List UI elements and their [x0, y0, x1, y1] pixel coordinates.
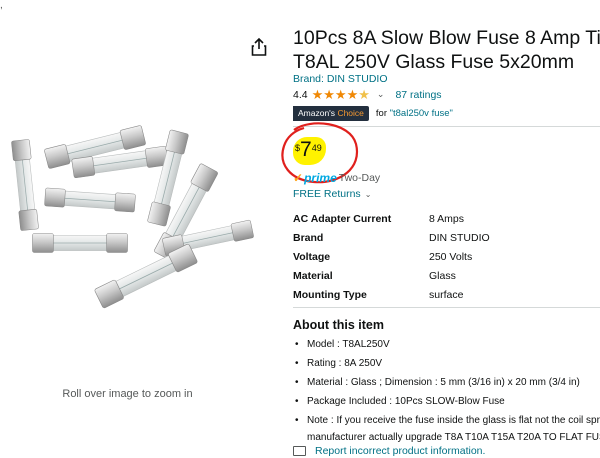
brand-link[interactable]: Brand: DIN STUDIO: [293, 73, 388, 85]
spec-key: Brand: [293, 231, 324, 244]
free-returns-link[interactable]: FREE Returns ⌄: [293, 188, 371, 200]
choice-keyword-link[interactable]: "t8al250v fuse": [390, 108, 453, 119]
price-whole: 7: [300, 138, 312, 161]
choice-badge-accent: Choice: [337, 108, 364, 118]
divider: [293, 126, 600, 127]
spec-row: Voltage 250 Volts: [293, 247, 490, 266]
star-icon: ★: [311, 87, 324, 102]
choice-for-label: for: [375, 108, 387, 119]
list-item: Note : If you receive the fuse inside th…: [293, 411, 600, 430]
report-link-label: Report incorrect product information.: [315, 445, 486, 457]
report-icon: [293, 446, 306, 456]
list-item: Model : T8AL250V: [293, 335, 600, 354]
spec-row: Brand DIN STUDIO: [293, 228, 490, 247]
title-line-2: T8AL 250V Glass Fuse 5x20mm: [293, 51, 575, 73]
spec-key: Material: [293, 269, 333, 282]
spec-value: surface: [429, 288, 464, 301]
share-icon[interactable]: [250, 37, 268, 57]
spec-value: 8 Amps: [429, 212, 465, 225]
spec-key: Mounting Type: [293, 288, 367, 301]
zoom-hint: Roll over image to zoom in: [62, 388, 193, 400]
divider: [293, 307, 600, 308]
about-bullets: Model : T8AL250V Rating : 8A 250V Materi…: [293, 335, 600, 446]
chevron-down-icon: ⌄: [364, 190, 372, 199]
image-gallery[interactable]: Roll over image to zoom in: [0, 0, 270, 458]
report-incorrect-info-link[interactable]: Report incorrect product information.: [293, 445, 485, 457]
spec-table: AC Adapter Current 8 Amps Brand DIN STUDIO…: [293, 209, 490, 304]
spec-row: Material Glass: [293, 266, 490, 285]
rating-row: 4.4 ★ ★ ★ ★ ★ ⌄ 87 ratings: [293, 88, 442, 101]
ratings-count-link[interactable]: 87 ratings: [395, 89, 441, 101]
star-icon: ★: [323, 87, 335, 102]
product-image[interactable]: [0, 100, 265, 340]
amazons-choice-row: Amazon's Choice for "t8al250v fuse": [293, 106, 453, 121]
list-item: Rating : 8A 250V: [293, 354, 600, 373]
about-title: About this item: [293, 318, 384, 332]
list-item: Material : Glass ; Dimension : 5 mm (3/1…: [293, 373, 600, 392]
spec-value: 250 Volts: [429, 250, 473, 263]
returns-label: FREE Returns: [293, 188, 361, 200]
chevron-down-icon[interactable]: ⌄: [377, 89, 385, 100]
star-icon: ★: [334, 87, 347, 102]
price: $ 7 49: [293, 137, 326, 165]
prime-check-icon: ✓: [293, 171, 304, 185]
spec-row: Mounting Type surface: [293, 285, 490, 304]
choice-badge-text: Amazon's: [298, 108, 336, 118]
amazons-choice-badge[interactable]: Amazon's Choice: [293, 106, 369, 121]
star-rating[interactable]: ★ ★ ★ ★ ★: [312, 88, 370, 101]
prime-delivery[interactable]: ✓ prime Two-Day: [293, 171, 380, 185]
list-item: Package Included : 10Pcs SLOW-Blow Fuse: [293, 392, 600, 411]
product-title: 10Pcs 8A Slow Blow Fuse 8 Amp Time Lag T…: [293, 26, 600, 74]
prime-delivery-speed: Two-Day: [338, 172, 381, 184]
spec-row: AC Adapter Current 8 Amps: [293, 209, 490, 228]
spec-key: Voltage: [293, 250, 331, 263]
spec-key: AC Adapter Current: [293, 212, 392, 225]
prime-label: prime: [304, 171, 337, 185]
title-line-1: 10Pcs 8A Slow Blow Fuse 8 Amp Time Lag: [293, 27, 600, 49]
rating-value: 4.4: [293, 88, 308, 101]
spec-value: Glass: [429, 269, 456, 282]
half-star-icon: ★: [358, 87, 370, 102]
price-fraction: 49: [311, 143, 322, 153]
list-item-continuation: manufacturer actually upgrade T8A T10A T…: [307, 432, 600, 443]
star-icon: ★: [346, 87, 359, 102]
spec-value: DIN STUDIO: [429, 231, 490, 244]
